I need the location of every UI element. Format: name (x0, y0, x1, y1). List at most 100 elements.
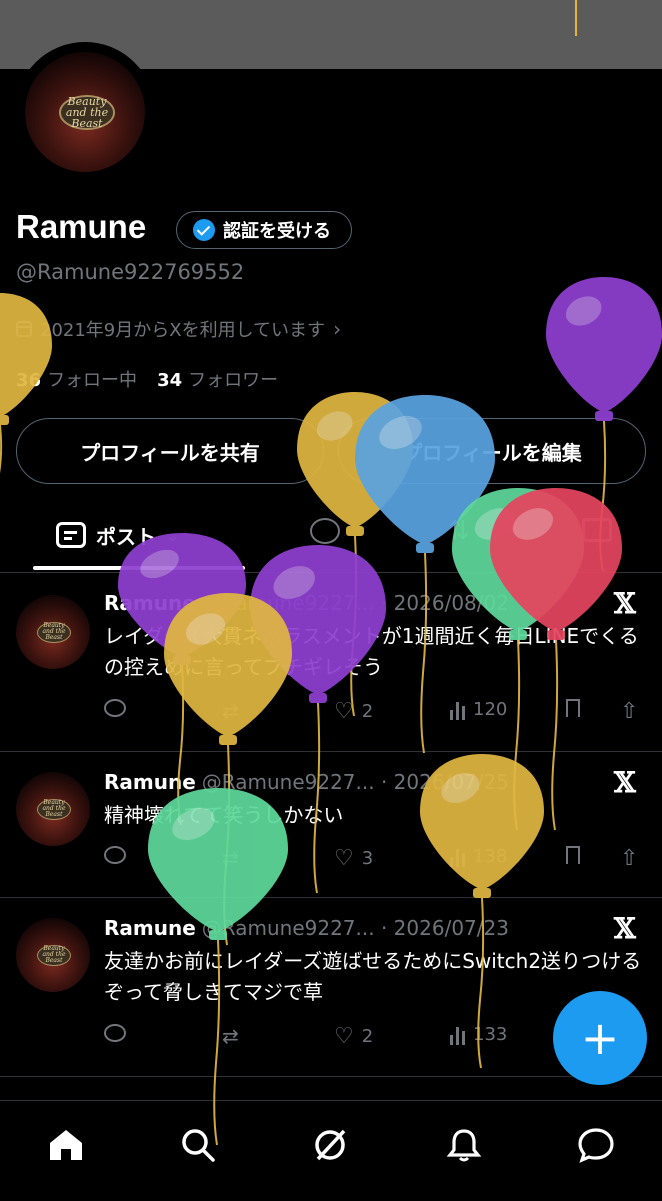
profile-avatar[interactable]: Beauty and the Beast (15, 42, 155, 182)
repost-icon: ⇄ (222, 846, 239, 870)
active-tab-indicator (33, 566, 245, 570)
grok-icon (315, 1129, 346, 1161)
avatar-sign-text: Beauty and the Beast (58, 95, 116, 131)
tweet-meta: @Ramune9227... · 2026/07/25 (201, 770, 509, 794)
repost-button[interactable]: ⇄ (222, 846, 247, 870)
tweet-meta: @Ramune9227... · 2026/07/23 (201, 916, 509, 940)
like-count: 2 (361, 701, 374, 722)
views-button[interactable]: 133 (450, 1024, 507, 1045)
tweet-item[interactable]: Beauty and the Beast Ramune @Ramune9227..… (0, 752, 662, 898)
following-label: フォロー中 (47, 370, 138, 391)
profile-name: Ramune (16, 208, 147, 245)
tab-replies[interactable] (310, 518, 340, 544)
bell-icon (446, 1129, 482, 1162)
tweet-author[interactable]: Ramune (104, 591, 196, 615)
bookmark-icon (566, 699, 580, 717)
views-button[interactable]: 120 (450, 699, 507, 720)
followers-count: 34 (157, 370, 183, 391)
x-logo-icon: 𝕏 (614, 587, 636, 620)
nav-search[interactable] (178, 1125, 218, 1165)
repost-icon: ⇄ (222, 699, 239, 723)
tweet-actions: ⇄ ♡ 2 120 ⇧ (104, 699, 644, 729)
followers-label: フォロワー (188, 370, 279, 391)
share-icon: ⇧ (620, 699, 639, 724)
verified-badge-icon (193, 219, 215, 241)
repost-tab-icon: ⇅ (448, 516, 470, 546)
share-profile-button[interactable]: プロフィールを共有 (16, 418, 324, 484)
heart-icon: ♡ (334, 1024, 354, 1049)
like-button[interactable]: ♡ 2 (334, 699, 373, 724)
reply-icon (104, 699, 126, 717)
tweet-author[interactable]: Ramune (104, 916, 196, 940)
like-button[interactable]: ♡ 2 (334, 1024, 373, 1049)
x-logo-icon: 𝕏 (614, 766, 636, 799)
edit-profile-label: プロフィールを編集 (402, 440, 582, 465)
avatar-image: Beauty and the Beast (25, 52, 145, 172)
get-verified-button[interactable]: 認証を受ける (176, 211, 352, 249)
nav-grok[interactable] (310, 1125, 350, 1165)
tweet-item-partial[interactable] (0, 1077, 662, 1100)
tweet-header: Ramune @Ramune9227... · 2026/08/02 (104, 591, 509, 615)
tweet-author[interactable]: Ramune (104, 770, 196, 794)
tweet-avatar[interactable]: Beauty and the Beast (16, 772, 90, 846)
nav-messages[interactable] (576, 1125, 616, 1165)
tweet-text: 友達かお前にレイダーズ遊ばせるためにSwitch2送りつけるぞって脅しきてマジで… (104, 949, 642, 1004)
edit-profile-button[interactable]: プロフィールを編集 (338, 418, 646, 484)
nav-notifications[interactable] (444, 1125, 484, 1165)
followers-link[interactable]: 34 フォロワー (157, 366, 278, 392)
tab-reposts[interactable]: ⇅ (448, 516, 470, 546)
tweet-actions: ⇄ ♡ 3 138 ⇧ (104, 846, 644, 876)
views-count: 138 (473, 846, 508, 867)
x-logo-icon: 𝕏 (614, 912, 636, 945)
tab-media[interactable] (582, 518, 612, 542)
share-profile-label: プロフィールを共有 (80, 440, 260, 465)
tweet-item[interactable]: Beauty and the Beast Ramune @Ramune9227..… (0, 573, 662, 752)
views-icon (450, 847, 465, 867)
tweet-header: Ramune @Ramune9227... · 2026/07/25 (104, 770, 509, 794)
bookmark-button[interactable] (566, 846, 580, 864)
chevron-right-icon: › (333, 317, 342, 341)
balloon-highlight (565, 296, 602, 326)
follow-stats: 36 フォロー中 34 フォロワー (16, 366, 278, 392)
repost-button[interactable]: ⇄ (222, 699, 247, 723)
reply-button[interactable] (104, 846, 134, 864)
bookmark-button[interactable] (566, 699, 580, 717)
views-button[interactable]: 138 (450, 846, 507, 867)
share-button[interactable]: ⇧ (620, 846, 638, 871)
get-verified-label: 認証を受ける (223, 221, 331, 242)
bookmark-icon (566, 846, 580, 864)
avatar-sign-text: Beauty and the Beast (36, 798, 72, 820)
like-count: 2 (361, 1026, 374, 1047)
reply-icon (104, 1024, 126, 1042)
following-link[interactable]: 36 フォロー中 (16, 366, 137, 392)
tweet-avatar[interactable]: Beauty and the Beast (16, 918, 90, 992)
nav-home[interactable] (46, 1125, 86, 1165)
following-count: 36 (16, 370, 42, 391)
like-button[interactable]: ♡ 3 (334, 846, 373, 871)
compose-post-button[interactable]: + (553, 991, 647, 1085)
share-button[interactable]: ⇧ (620, 699, 638, 724)
tweet-avatar[interactable]: Beauty and the Beast (16, 595, 90, 669)
views-count: 120 (473, 699, 508, 720)
tab-posts[interactable]: ポスト ⌄ (56, 500, 179, 570)
avatar-sign-text: Beauty and the Beast (36, 944, 72, 966)
calendar-icon (16, 321, 32, 337)
repost-button[interactable]: ⇄ (222, 1024, 247, 1048)
joined-date-row[interactable]: 2021年9月からXを利用しています › (16, 316, 341, 342)
reply-button[interactable] (104, 1024, 134, 1042)
views-count: 133 (473, 1024, 508, 1045)
reply-button[interactable] (104, 699, 134, 717)
tab-posts-label: ポスト (96, 524, 156, 549)
home-icon (50, 1130, 82, 1160)
balloon-highlight (0, 306, 2, 343)
balloon-body (546, 277, 662, 413)
views-icon (450, 700, 465, 720)
profile-handle: @Ramune922769552 (16, 260, 245, 284)
tweet-text: レイダーズ大貫ネハラスメントが1週間近く毎日LINEでくるの控えめに言ってブチギ… (104, 624, 639, 679)
avatar-sign-text: Beauty and the Beast (36, 621, 72, 643)
chat-bubble-icon (578, 1128, 614, 1163)
balloon-body (0, 293, 52, 417)
tweet-meta: @Ramune9227... · 2026/08/02 (201, 591, 509, 615)
views-icon (450, 1025, 465, 1045)
balloon-knot (0, 415, 9, 425)
